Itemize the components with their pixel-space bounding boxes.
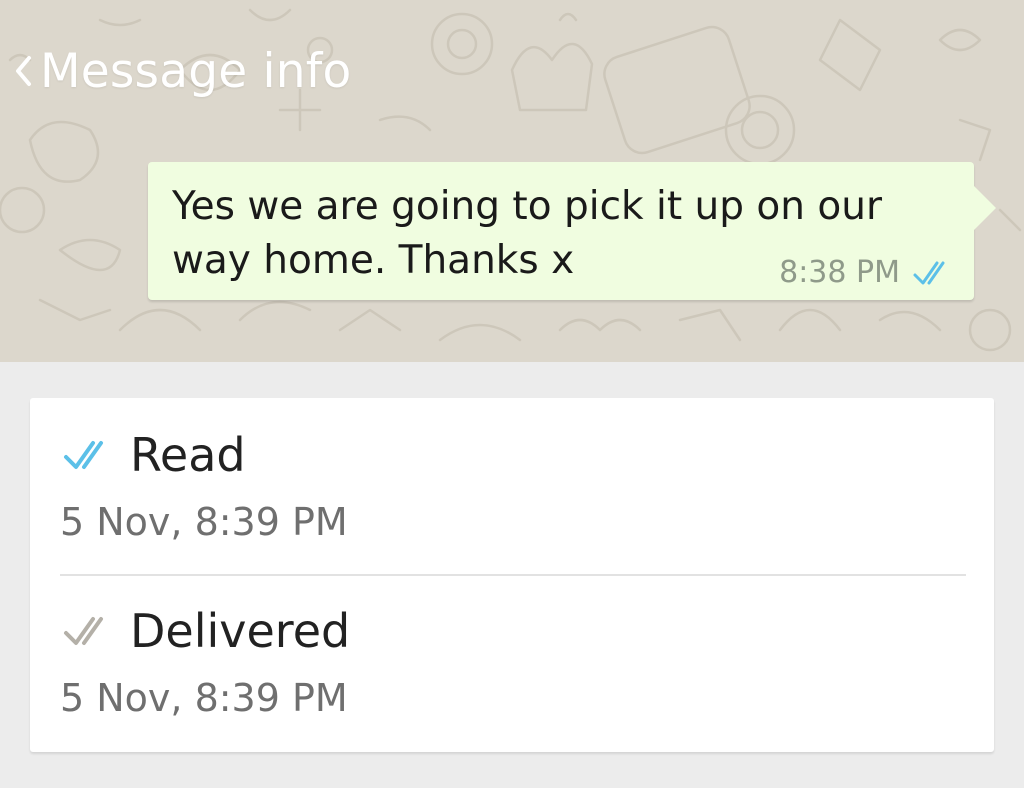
app-header: Message info (0, 36, 361, 106)
delivered-time: 5 Nov, 8:39 PM (60, 676, 348, 720)
page-title: Message info (40, 43, 352, 99)
delivered-label: Delivered (130, 604, 351, 658)
read-receipt-head: Read (62, 428, 246, 482)
bubble-tail (974, 186, 996, 230)
back-button[interactable]: Message info (0, 36, 361, 106)
double-check-read-icon (62, 437, 130, 473)
double-check-delivered-icon (62, 613, 130, 649)
read-receipt-row: Read 5 Nov, 8:39 PM (30, 398, 994, 574)
message-meta: 8:38 PM (779, 255, 958, 290)
message-time: 8:38 PM (779, 255, 900, 290)
delivered-receipt-head: Delivered (62, 604, 350, 658)
chevron-left-icon (12, 54, 34, 88)
read-label: Read (130, 428, 246, 482)
message-bubble[interactable]: Yes we are going to pick it up on our wa… (148, 162, 996, 300)
message-info-screen: Message info Yes we are going to pick it… (0, 0, 1024, 788)
delivered-receipt-row: Delivered 5 Nov, 8:39 PM (30, 574, 994, 750)
chat-wallpaper: Message info Yes we are going to pick it… (0, 0, 1024, 362)
receipts-card: Read 5 Nov, 8:39 PM Delivered 5 Nov, 8:3… (30, 398, 994, 752)
double-check-icon (912, 258, 958, 288)
read-time: 5 Nov, 8:39 PM (60, 500, 348, 544)
